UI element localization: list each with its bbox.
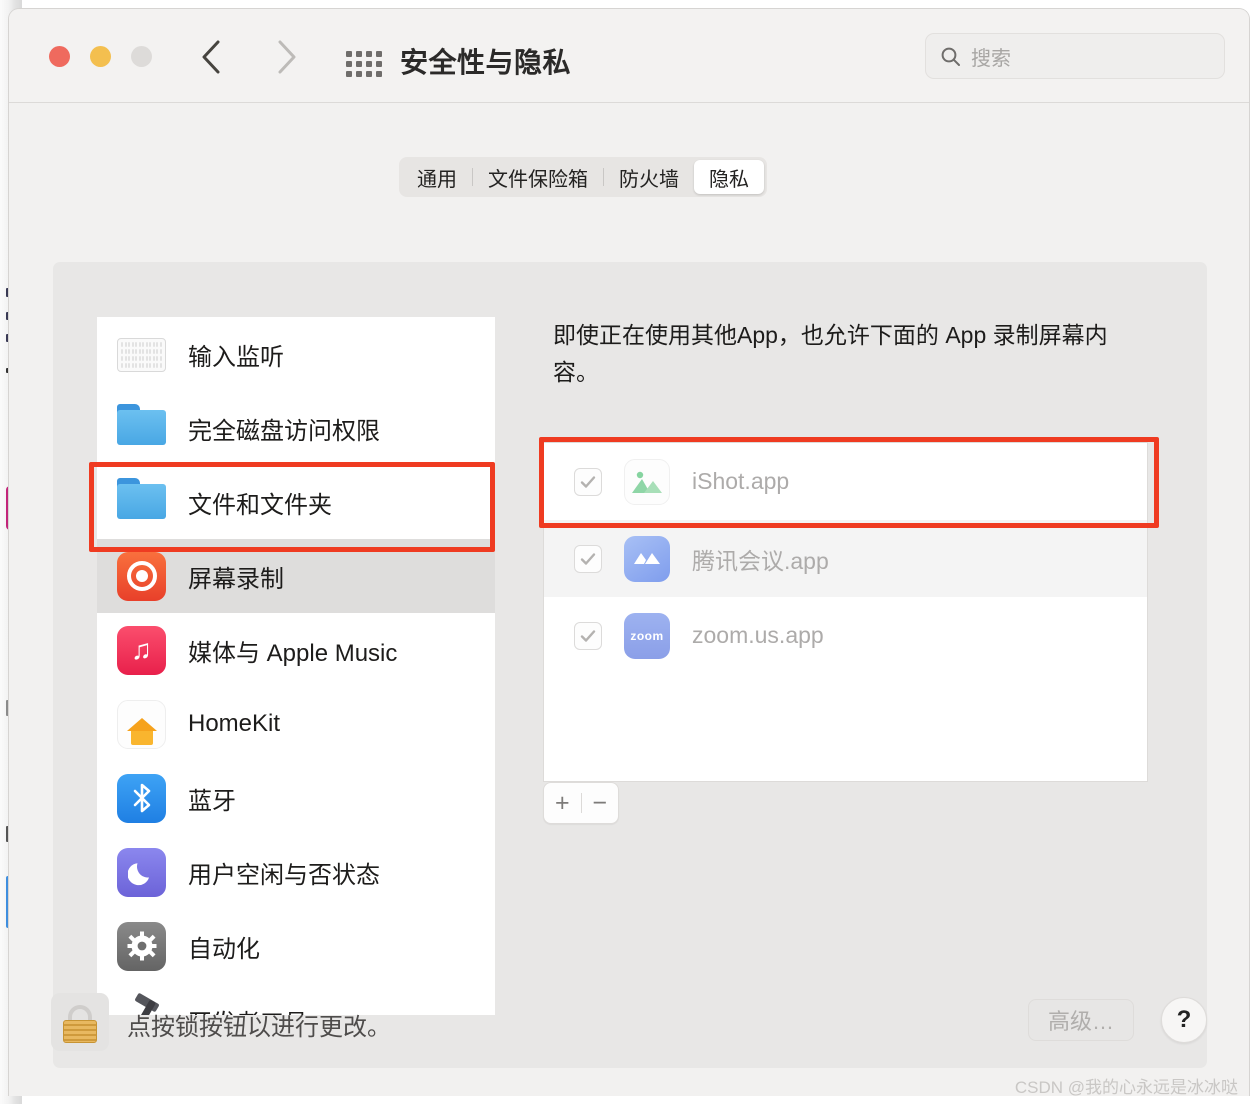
tencent-meeting-icon	[624, 535, 670, 582]
window-titlebar: 安全性与隐私 搜索	[9, 9, 1249, 103]
navigation-controls	[199, 37, 299, 77]
add-remove-segmented-control[interactable]: + −	[543, 782, 619, 824]
search-field[interactable]: 搜索	[925, 33, 1225, 79]
tab-general[interactable]: 通用	[402, 160, 472, 194]
folder-icon	[117, 403, 166, 453]
gear-icon	[117, 921, 166, 971]
window-body: 通用 文件保险箱 防火墙 隐私 输入监听 完全磁盘访问权限 文件和文件夹 屏幕录…	[9, 103, 1249, 1096]
sidebar-item-label: 媒体与 Apple Music	[188, 639, 398, 667]
minimize-button[interactable]	[90, 46, 111, 67]
sidebar-item-files-and-folders[interactable]: 文件和文件夹	[97, 465, 495, 539]
tab-firewall[interactable]: 防火墙	[604, 160, 694, 194]
screenshot-root: 安全性与隐私 搜索 通用 文件保险箱 防火墙 隐私 输入监听 完全磁盘访问权限 …	[0, 0, 1256, 1104]
lock-hint-text: 点按锁按钮以进行更改。	[127, 1014, 391, 1041]
sidebar-item-full-disk-access[interactable]: 完全磁盘访问权限	[97, 391, 495, 465]
app-name: iShot.app	[692, 468, 790, 494]
zoom-button[interactable]	[131, 46, 152, 67]
folder-icon	[117, 477, 166, 527]
traffic-light-buttons	[49, 46, 152, 67]
search-icon	[940, 46, 961, 67]
locked-padlock-icon[interactable]	[51, 993, 109, 1051]
moon-icon	[117, 847, 166, 897]
remove-app-button[interactable]: −	[581, 790, 618, 816]
advanced-button[interactable]: 高级…	[1028, 999, 1134, 1041]
show-all-grid-icon[interactable]	[346, 51, 382, 77]
sidebar-item-label: 自动化	[188, 935, 260, 963]
sidebar-item-label: 输入监听	[188, 343, 284, 371]
tab-filevault[interactable]: 文件保险箱	[473, 160, 603, 194]
sidebar-item-label: 文件和文件夹	[188, 491, 332, 519]
search-placeholder: 搜索	[971, 47, 1011, 70]
ishot-icon	[624, 458, 670, 505]
allowed-apps-list[interactable]: iShot.app 腾讯会议.app zoom zoom.us.app	[543, 442, 1148, 782]
tab-privacy[interactable]: 隐私	[694, 160, 764, 194]
sidebar-item-screen-recording[interactable]: 屏幕录制	[97, 539, 495, 613]
zoom-icon: zoom	[624, 612, 670, 659]
sidebar-item-label: 完全磁盘访问权限	[188, 417, 380, 445]
screen-recording-panel: 即使正在使用其他App，也允许下面的 App 录制屏幕内容。	[553, 317, 1163, 391]
privacy-content-card: 输入监听 完全磁盘访问权限 文件和文件夹 屏幕录制 ♫ 媒体与 Apple Mu…	[53, 262, 1207, 1068]
sidebar-item-label: 用户空闲与否状态	[188, 861, 380, 889]
tab-bar: 通用 文件保险箱 防火墙 隐私	[399, 157, 767, 197]
app-checkbox[interactable]	[574, 621, 602, 650]
app-name: zoom.us.app	[692, 622, 824, 648]
sidebar-item-label: 蓝牙	[188, 787, 236, 815]
page-title: 安全性与隐私	[400, 47, 572, 78]
sidebar-item-input-monitoring[interactable]: 输入监听	[97, 317, 495, 391]
app-row-tencent-meeting[interactable]: 腾讯会议.app	[544, 520, 1147, 597]
watermark: CSDN @我的心永远是冰冰哒	[1014, 1078, 1238, 1097]
system-preferences-window: 安全性与隐私 搜索 通用 文件保险箱 防火墙 隐私 输入监听 完全磁盘访问权限 …	[8, 8, 1250, 1096]
back-chevron-icon[interactable]	[199, 37, 225, 77]
add-app-button[interactable]: +	[544, 790, 581, 816]
app-row-ishot[interactable]: iShot.app	[544, 443, 1147, 520]
homekit-icon	[117, 699, 166, 749]
music-icon: ♫	[117, 625, 166, 675]
privacy-category-list[interactable]: 输入监听 完全磁盘访问权限 文件和文件夹 屏幕录制 ♫ 媒体与 Apple Mu…	[97, 317, 495, 1015]
bluetooth-icon	[117, 773, 166, 823]
sidebar-item-label: HomeKit	[188, 710, 281, 737]
sidebar-item-label: 屏幕录制	[188, 565, 284, 593]
keyboard-icon	[117, 330, 166, 379]
sidebar-item-bluetooth[interactable]: 蓝牙	[97, 761, 495, 835]
panel-description: 即使正在使用其他App，也允许下面的 App 录制屏幕内容。	[553, 322, 1108, 385]
sidebar-item-homekit[interactable]: HomeKit	[97, 687, 495, 761]
sidebar-item-media-apple-music[interactable]: ♫ 媒体与 Apple Music	[97, 613, 495, 687]
sidebar-item-user-idle-state[interactable]: 用户空闲与否状态	[97, 835, 495, 909]
app-row-zoom[interactable]: zoom zoom.us.app	[544, 597, 1147, 674]
help-button[interactable]: ?	[1161, 997, 1207, 1043]
app-checkbox[interactable]	[574, 467, 602, 496]
forward-chevron-icon[interactable]	[273, 37, 299, 77]
app-name: 腾讯会议.app	[692, 547, 829, 574]
close-button[interactable]	[49, 46, 70, 67]
app-checkbox[interactable]	[574, 544, 602, 573]
screen-recording-icon	[117, 551, 166, 601]
